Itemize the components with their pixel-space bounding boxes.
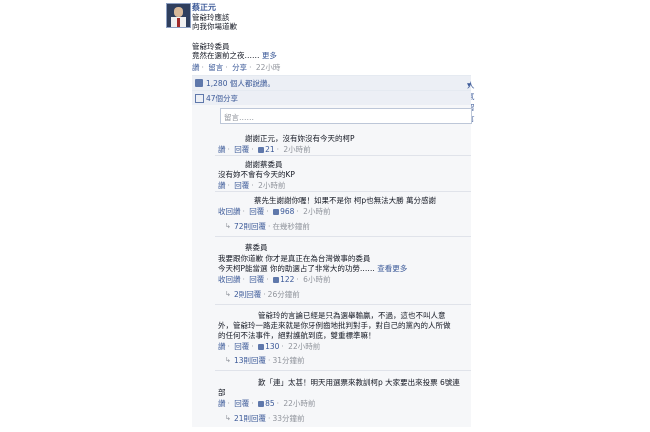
- comment-like-link[interactable]: 讚: [218, 342, 226, 351]
- comment-actions: 讚 · 回覆 · 85 · 22小時前: [218, 399, 316, 408]
- comment-actions: 讚 · 回覆 · 130 · 22小時前: [218, 342, 321, 351]
- comment-text-line2: 部: [218, 388, 226, 397]
- likes-bar: 1,280 個人都說讚。 人氣留言 ▾: [192, 75, 475, 123]
- comment-time[interactable]: 22小時前: [283, 399, 315, 408]
- comment-time[interactable]: 2小時前: [283, 145, 310, 154]
- comment-like-link[interactable]: 讚: [218, 145, 226, 154]
- shares-bar: 47個分享: [192, 90, 471, 105]
- comment-like-link[interactable]: 讚: [218, 399, 226, 408]
- comment-actions: 收回讚 · 回覆 · 122 · 6小時前: [218, 275, 331, 284]
- comment-input[interactable]: 留言……: [220, 108, 472, 124]
- comment-text: 蔡委員: [245, 243, 268, 252]
- reply-arrow-icon: ↳: [225, 222, 231, 230]
- comment-reply-link[interactable]: 回覆: [234, 181, 249, 190]
- comment-reply-link[interactable]: 回覆: [234, 342, 249, 351]
- comment-link[interactable]: 留言: [208, 63, 223, 72]
- comment-text-line3: 今天柯P能當選 你的助選占了非常大的功勞…… 查看更多: [218, 264, 408, 273]
- view-replies[interactable]: ↳ 2則回覆 · 26分鐘前: [222, 287, 471, 301]
- comment-reply-link[interactable]: 回覆: [234, 399, 249, 408]
- author-avatar[interactable]: [166, 3, 191, 28]
- comment-like-count[interactable]: 968: [273, 207, 294, 216]
- post-line-4: 管爺玲委員: [192, 42, 230, 51]
- post-line-5: 竟然在選前之夜…… 更多: [192, 51, 277, 60]
- likes-count[interactable]: 1,280 個人都說讚。: [206, 78, 275, 89]
- comment-text-line3: 的任何不法事件，絕對護航到底，雙重標準嘛！: [218, 331, 376, 340]
- comment-like-count[interactable]: 122: [273, 275, 294, 284]
- reply-arrow-icon: ↳: [225, 414, 231, 422]
- thumb-icon: [273, 209, 280, 215]
- post-line-2: 向我你場道歉: [192, 22, 237, 31]
- thumb-icon: [273, 277, 280, 283]
- share-icon: [195, 93, 204, 103]
- comment-reply-link[interactable]: 回覆: [249, 275, 264, 284]
- comment-like-count[interactable]: 85: [258, 399, 275, 408]
- comment-time[interactable]: 2小時前: [258, 181, 285, 190]
- comment-actions: 讚 · 回覆 · 21 · 2小時前: [218, 145, 311, 154]
- view-replies[interactable]: ↳ 13則回覆 · 31分鐘前: [222, 353, 471, 367]
- see-more-link[interactable]: 查看更多: [377, 264, 407, 273]
- comment-text-line2: 沒有妳不會有今天的KP: [218, 170, 295, 179]
- comment-unlike-link[interactable]: 收回讚: [218, 275, 241, 284]
- shares-count[interactable]: 47個分享: [206, 93, 238, 104]
- reply-arrow-icon: ↳: [225, 356, 231, 364]
- comment-text: 歎「連」太甚！明天用選票來教訓柯p 大家要出來投票 6號連: [258, 378, 460, 387]
- post-actions: 讚 · 留言 · 分享 · 22小時: [192, 63, 281, 72]
- post-author[interactable]: 蔡正元: [192, 2, 216, 13]
- see-more-link[interactable]: 更多: [262, 51, 277, 60]
- comment-like-count[interactable]: 21: [258, 145, 275, 154]
- thumb-icon: [258, 344, 265, 350]
- thumb-icon: [258, 147, 265, 153]
- comment-like-count[interactable]: 130: [258, 342, 279, 351]
- chevron-down-icon: ▾: [467, 80, 471, 89]
- comment-text: 蔡先生謝謝你喔！如果不是你 柯p也無法大勝 萬分感謝: [254, 196, 437, 205]
- post-time[interactable]: 22小時: [256, 63, 281, 72]
- post-line-1: 管爺玲應該: [192, 13, 230, 22]
- share-link[interactable]: 分享: [232, 63, 247, 72]
- view-replies[interactable]: ↳ 72則回覆 · 在幾秒鐘前: [222, 219, 471, 233]
- comment-time[interactable]: 22小時前: [288, 342, 320, 351]
- like-summary-icon: [195, 78, 203, 87]
- comment-unlike-link[interactable]: 收回讚: [218, 207, 241, 216]
- comment-reply-link[interactable]: 回覆: [234, 145, 249, 154]
- comment-like-link[interactable]: 讚: [218, 181, 226, 190]
- comment-text: 謝謝正元，沒有妳沒有今天的柯P: [245, 134, 355, 143]
- comment-reply-link[interactable]: 回覆: [249, 207, 264, 216]
- view-replies[interactable]: ↳ 21則回覆 · 33分鐘前: [222, 411, 471, 425]
- comment-time[interactable]: 6小時前: [303, 275, 330, 284]
- comment-actions: 讚 · 回覆 · 2小時前: [218, 181, 286, 190]
- comment-actions: 收回讚 · 回覆 · 968 · 2小時前: [218, 207, 331, 216]
- reply-arrow-icon: ↳: [225, 290, 231, 298]
- like-link[interactable]: 讚: [192, 63, 200, 72]
- thumb-icon: [258, 401, 265, 407]
- comment-time[interactable]: 2小時前: [303, 207, 330, 216]
